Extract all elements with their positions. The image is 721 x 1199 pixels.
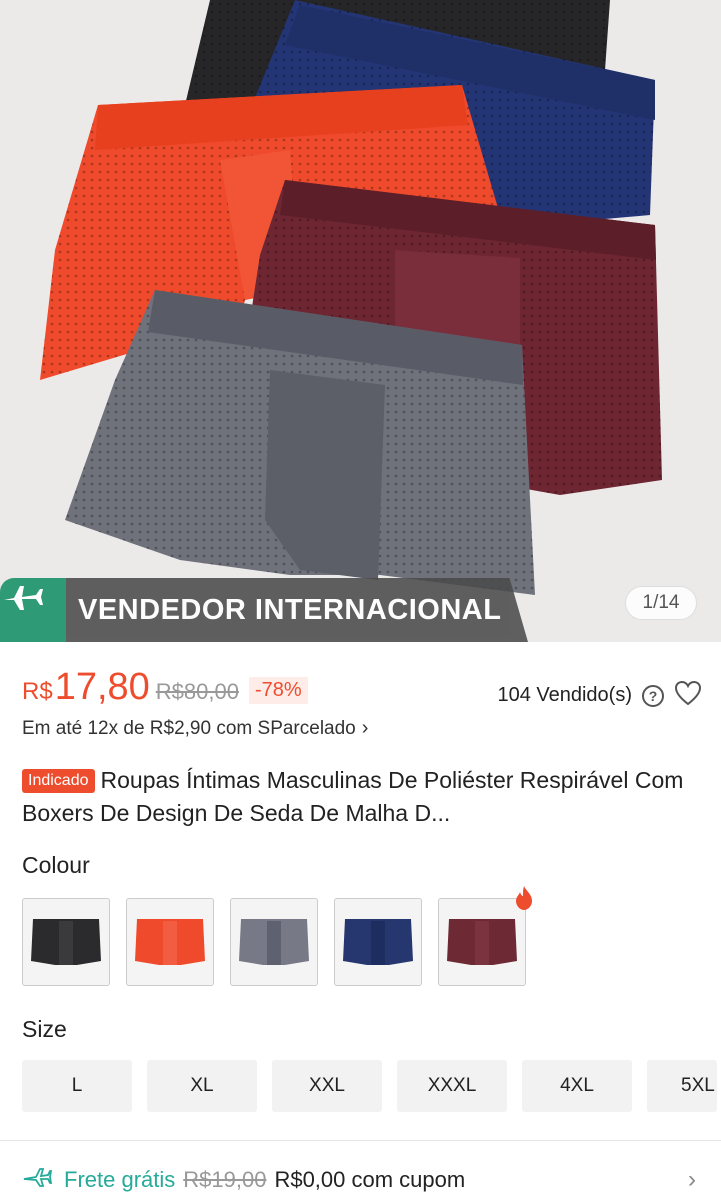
price-row: R$ 17,80 R$80,00 -78% 104 Vendido(s) ? [22, 666, 702, 712]
recommended-tag: Indicado [22, 769, 95, 793]
help-icon[interactable]: ? [642, 684, 664, 707]
product-image[interactable]: VENDEDOR INTERNACIONAL 1/14 [0, 0, 721, 642]
shipping-old-price: R$19,00 [183, 1167, 267, 1192]
colour-option-navy[interactable] [334, 898, 422, 986]
colour-label: Colour [22, 852, 90, 878]
size-option-5xl[interactable]: 5XL [647, 1060, 717, 1112]
product-title: Indicado Roupas Íntimas Masculinas De Pol… [22, 764, 702, 830]
discount-badge: -78% [248, 677, 308, 704]
original-price: R$80,00 [155, 679, 239, 704]
heart-icon[interactable] [674, 680, 702, 711]
size-option-l[interactable]: L [22, 1060, 132, 1112]
sold-info: 104 Vendido(s) ? [497, 680, 702, 711]
size-option-4xl[interactable]: 4XL [522, 1060, 632, 1112]
banner-label: VENDEDOR INTERNACIONAL [66, 578, 528, 642]
size-label: Size [22, 1016, 67, 1042]
international-seller-banner: VENDEDOR INTERNACIONAL [0, 578, 528, 642]
product-photo [40, 0, 662, 595]
chevron-right-icon: › [361, 717, 369, 739]
airplane-icon [0, 578, 66, 642]
size-option-xxl[interactable]: XXL [272, 1060, 382, 1112]
size-option-xxxl[interactable]: XXXL [397, 1060, 507, 1112]
flame-icon [513, 885, 535, 916]
colour-option-grey[interactable] [230, 898, 318, 986]
colour-option-orange[interactable] [126, 898, 214, 986]
shipping-row[interactable]: Frete grátis R$19,00 R$0,00 com cupom › [22, 1160, 700, 1199]
chevron-right-icon: › [688, 1166, 696, 1193]
product-title-text: Roupas Íntimas Masculinas De Poliéster R… [22, 767, 684, 826]
sold-count: 104 Vendido(s) [497, 684, 632, 706]
current-price: 17,80 [54, 666, 150, 708]
shipping-new-price: R$0,00 com cupom [274, 1167, 466, 1192]
size-options: L XL XXL XXXL 4XL 5XL [22, 1060, 717, 1112]
image-counter: 1/14 [625, 586, 697, 620]
currency-symbol: R$ [22, 678, 53, 705]
truck-icon [22, 1165, 53, 1195]
size-option-xl[interactable]: XL [147, 1060, 257, 1112]
installment-row[interactable]: Em até 12x de R$2,90 com SParcelado › [22, 717, 368, 740]
colour-option-wine[interactable] [438, 886, 532, 986]
free-shipping-label: Frete grátis [64, 1167, 176, 1192]
colour-options [22, 886, 532, 986]
colour-option-black[interactable] [22, 898, 110, 986]
installment-text: Em até 12x de R$2,90 com SParcelado [22, 717, 356, 739]
divider [0, 1140, 721, 1141]
